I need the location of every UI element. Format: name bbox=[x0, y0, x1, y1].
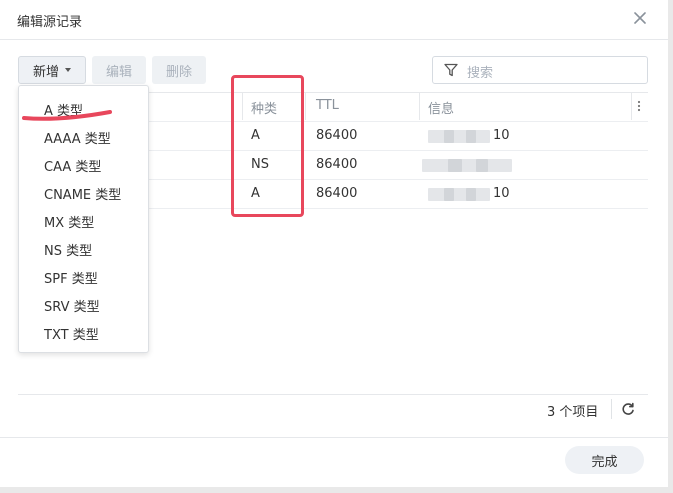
column-header-ttl[interactable]: TTL bbox=[316, 98, 339, 113]
search-placeholder: 搜索 bbox=[467, 66, 494, 81]
menu-item-caa-type[interactable]: CAA 类型 bbox=[44, 156, 101, 175]
footer-top-divider bbox=[0, 437, 668, 438]
menu-item-mx-type[interactable]: MX 类型 bbox=[44, 212, 94, 231]
dialog-title: 编辑源记录 bbox=[17, 15, 83, 30]
dialog-shadow bbox=[0, 487, 673, 493]
row-info: 10 bbox=[493, 186, 510, 201]
more-vertical-icon bbox=[637, 100, 641, 112]
menu-item-txt-type[interactable]: TXT 类型 bbox=[44, 324, 99, 343]
caret-down-icon bbox=[65, 68, 71, 72]
item-count: 3 个项目 bbox=[547, 405, 599, 420]
done-button[interactable]: 完成 bbox=[565, 446, 644, 474]
column-options-button[interactable] bbox=[634, 98, 644, 114]
redacted-info bbox=[428, 130, 490, 143]
row-ttl: 86400 bbox=[316, 128, 358, 143]
menu-item-aaaa-type[interactable]: AAAA 类型 bbox=[44, 128, 111, 147]
redacted-info bbox=[448, 159, 462, 172]
add-button[interactable]: 新增 bbox=[18, 56, 86, 84]
filter-icon bbox=[444, 63, 458, 77]
row-ttl: 86400 bbox=[316, 186, 358, 201]
redacted-info bbox=[444, 188, 454, 201]
underline-annotation bbox=[22, 110, 112, 121]
menu-item-cname-type[interactable]: CNAME 类型 bbox=[44, 184, 121, 203]
footer-divider bbox=[18, 394, 648, 395]
add-type-menu: A 类型 AAAA 类型 CAA 类型 CNAME 类型 MX 类型 NS 类型… bbox=[18, 85, 149, 353]
refresh-icon bbox=[622, 402, 634, 415]
redacted-info bbox=[444, 130, 454, 143]
close-button[interactable] bbox=[630, 8, 650, 28]
redacted-info bbox=[422, 159, 512, 172]
edit-button[interactable]: 编辑 bbox=[92, 56, 146, 84]
row-ttl: 86400 bbox=[316, 157, 358, 172]
delete-button[interactable]: 删除 bbox=[152, 56, 206, 84]
column-header-info[interactable]: 信息 bbox=[428, 98, 454, 117]
dialog-shadow bbox=[668, 0, 673, 493]
footer-separator bbox=[611, 399, 612, 419]
redacted-info bbox=[476, 159, 488, 172]
header-divider bbox=[0, 39, 668, 40]
column-divider bbox=[631, 93, 632, 120]
menu-item-srv-type[interactable]: SRV 类型 bbox=[44, 296, 100, 315]
menu-item-spf-type[interactable]: SPF 类型 bbox=[44, 268, 98, 287]
highlight-box-annotation bbox=[231, 75, 304, 217]
search-input[interactable]: 搜索 bbox=[432, 56, 648, 84]
add-button-label: 新增 bbox=[32, 64, 59, 80]
column-divider bbox=[419, 93, 420, 120]
menu-item-ns-type[interactable]: NS 类型 bbox=[44, 240, 92, 259]
close-icon bbox=[634, 12, 646, 24]
redacted-info bbox=[466, 130, 476, 143]
column-divider bbox=[305, 93, 306, 120]
refresh-button[interactable] bbox=[620, 401, 636, 417]
redacted-info bbox=[466, 188, 476, 201]
redacted-info bbox=[428, 188, 490, 201]
row-info: 10 bbox=[493, 128, 510, 143]
